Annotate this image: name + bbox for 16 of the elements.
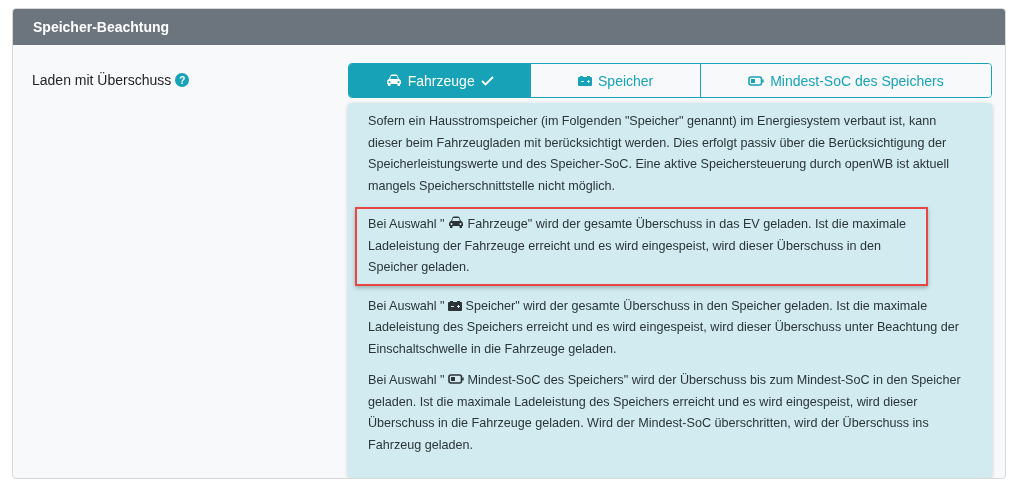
car-icon (448, 216, 465, 229)
paragraph-text: Bei Auswahl " Mindest-SoC des Speichers" wird der Überschuss bis zum Mindest-SoC in den Speicher geladen. Ist die maximale Ladeleistung des Speichers erreicht und es wird eingespeist, wird dieser Überschuss in die Fahrzeuge geladen. Wird der Mindest-SoC überschritten, wird der Überschuss ins Fahrzeug geladen. (368, 372, 962, 454)
paragraph-text: Bei Auswahl " Speicher" wird der gesamte Überschuss in den Speicher geladen. Ist die maximale Ladeleistung des Speichers erreicht und es wird eingespeist, wird dieser Überschuss unter Beachtung der Einschaltschwelle in die Fahrzeuge geladen. (368, 297, 960, 358)
battery-icon (448, 299, 463, 311)
paragraph-text: Sofern ein Hausstromspeicher (im Folgenden "Speicher" genannt) im Energiesystem verbaut ist, kann dieser beim Fahrzeugladen mit berücksichtigt werden. Dies erfolgt passiv über die Berücksichtigung der Speicherleistungswerte und des Speicher-SoC. Eine aktive Speichersteuerung durch openWB ist aktuell mangels Speicherschnittstelle nicht möglich. (368, 113, 951, 195)
battery-icon (448, 374, 465, 384)
tab[interactable]: Mindest-SoC des Speichers (699, 64, 991, 97)
car-icon (385, 74, 402, 87)
battery-icon (578, 75, 593, 86)
card-title: Speicher-Beachtung (33, 19, 170, 35)
tab[interactable]: Fahrzeuge (349, 64, 531, 97)
battery-icon (748, 75, 765, 86)
help-icon[interactable]: ? (175, 73, 190, 87)
setting-label: Laden mit Überschuss (32, 72, 172, 88)
paragraph-text: Bei Auswahl " Fahrzeuge" wird der gesamte Überschuss in das EV geladen. Ist die maximale Ladeleistung der Fahrzeuge erreicht und es wird eingespeist, wird dieser Überschuss in den Speicher geladen. (368, 215, 908, 276)
check-icon (480, 75, 494, 86)
